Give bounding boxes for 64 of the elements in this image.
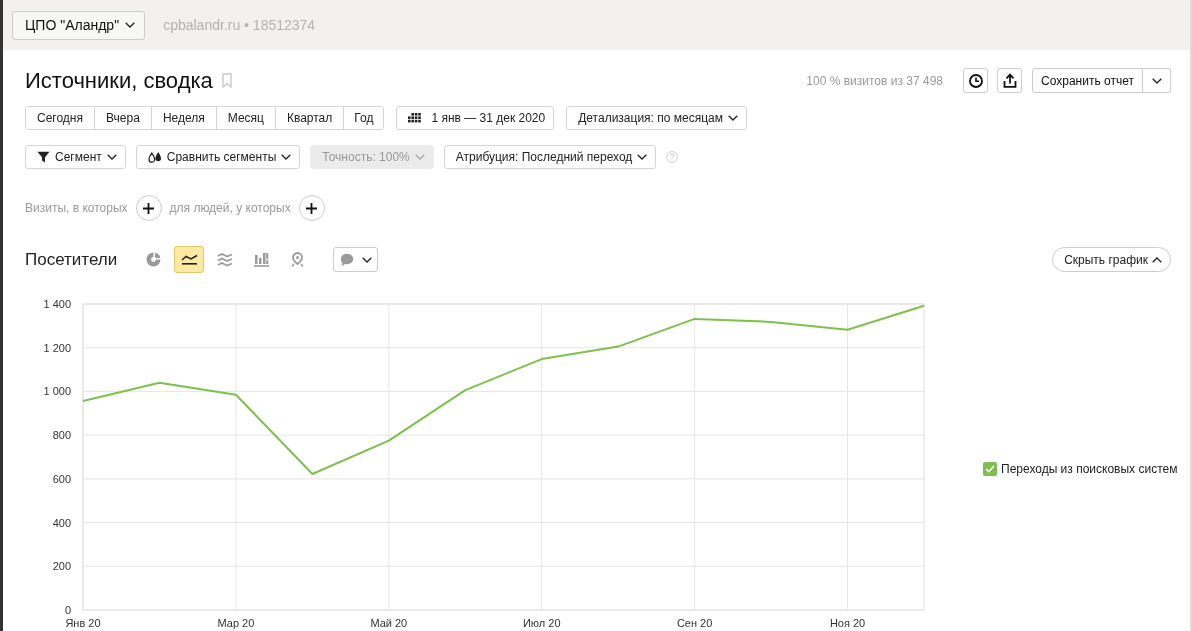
y-axis-label: 200 — [52, 560, 71, 573]
caret-icon — [1151, 77, 1162, 84]
period-tab[interactable]: Год — [343, 107, 384, 129]
line-chart-icon — [180, 254, 198, 265]
stacked-lines-icon — [217, 252, 234, 267]
y-axis-label: 0 — [64, 604, 71, 616]
site-info: cpbalandr.ru • 18512374 — [163, 17, 316, 33]
y-axis-label: 1 000 — [43, 385, 71, 398]
caret-icon — [125, 22, 136, 28]
x-axis-label: Сен 20 — [676, 617, 713, 629]
export-button[interactable] — [997, 68, 1022, 93]
x-axis-label: Янв 20 — [65, 617, 101, 629]
pie-chart-icon — [145, 252, 161, 267]
y-axis-label: 600 — [52, 472, 71, 485]
caret-icon — [414, 154, 425, 160]
legend-checkbox[interactable] — [983, 462, 997, 476]
help-icon — [666, 151, 679, 163]
plus-icon — [143, 202, 155, 214]
map-pin-icon — [290, 252, 304, 267]
x-axis-label: Мар 20 — [217, 617, 255, 629]
grouping-dropdown[interactable]: Детализация: по месяцам — [566, 106, 747, 130]
add-condition-button[interactable] — [135, 195, 162, 221]
plus-icon — [306, 202, 318, 214]
caret-icon — [728, 115, 738, 121]
annotations-dropdown[interactable] — [333, 247, 379, 272]
y-axis-label: 1 400 — [43, 298, 71, 310]
x-axis-label: Май 20 — [370, 617, 408, 629]
date-range-button[interactable]: 1 янв — 31 дек 2020 — [396, 106, 555, 130]
caret-icon — [281, 154, 292, 160]
filter-icon — [37, 151, 50, 163]
drops-icon — [147, 150, 162, 164]
chart-type-button[interactable] — [174, 246, 205, 273]
caret-icon — [637, 154, 648, 160]
filter-dropdown[interactable]: Сравнить сегменты — [135, 145, 301, 169]
speech-bubble-icon — [339, 252, 354, 267]
save-options-button[interactable] — [1143, 68, 1171, 93]
sample-info: 100 % визитов из 37 498 — [806, 73, 943, 88]
filter-dropdown[interactable]: Сегмент — [25, 145, 126, 169]
caret-icon — [106, 154, 117, 160]
condition-label: для людей, у которых — [169, 201, 291, 215]
bar-chart-icon — [253, 252, 269, 267]
caret-icon — [361, 256, 372, 263]
filter-dropdown[interactable]: Атрибуция: Последний переход — [443, 145, 657, 169]
bookmark-icon — [221, 73, 232, 88]
condition-label: Визиты, в которых — [25, 201, 128, 215]
upload-icon — [1002, 73, 1017, 88]
y-axis-label: 400 — [52, 516, 71, 529]
hide-chart-button[interactable]: Скрыть график — [1052, 247, 1171, 272]
report-title: Источники, сводка — [25, 67, 213, 94]
panel-title: Посетители — [25, 249, 118, 270]
history-button[interactable] — [963, 68, 988, 93]
save-report-button[interactable]: Сохранить отчет — [1032, 68, 1143, 93]
counter-dropdown[interactable]: ЦПО "Аландр" — [12, 10, 146, 40]
filter-dropdown: Точность: 100% — [310, 145, 434, 169]
caret-icon — [1152, 256, 1162, 263]
y-axis-label: 800 — [52, 429, 71, 442]
calendar-icon — [408, 113, 422, 123]
y-axis-label: 1 200 — [43, 341, 71, 354]
x-axis-label: Ноя 20 — [829, 617, 866, 629]
x-axis-label: Июл 20 — [522, 617, 561, 629]
clock-icon — [968, 73, 983, 88]
add-condition-button[interactable] — [298, 195, 325, 221]
check-icon — [985, 465, 995, 473]
legend-label: Переходы из поисковых систем — [1001, 462, 1178, 476]
